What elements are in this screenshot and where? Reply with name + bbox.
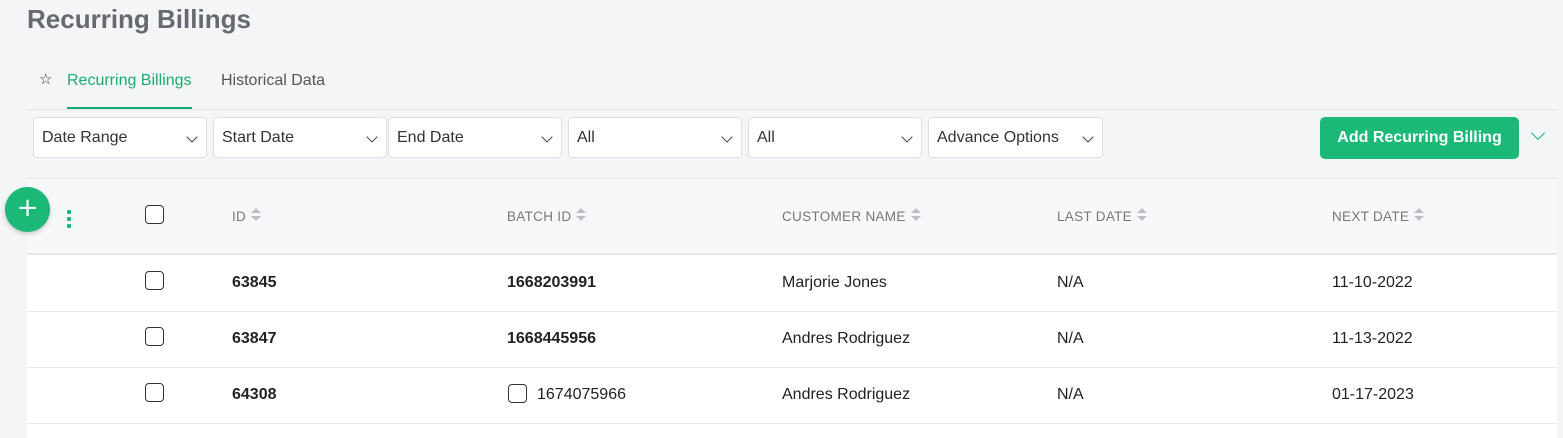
filter-select-1[interactable]: All	[568, 117, 742, 158]
end-date-select[interactable]: End Date	[388, 117, 562, 158]
filter-select-1-value: All	[577, 129, 595, 146]
row-checkbox[interactable]	[145, 383, 164, 402]
chevron-down-icon	[186, 131, 198, 143]
cell-last-date: N/A	[1057, 274, 1084, 291]
cell-id: 63845	[232, 274, 277, 291]
cell-batch-id: 1668445956	[507, 330, 596, 347]
filter-select-2-value: All	[757, 129, 775, 146]
tab-historical-data[interactable]: Historical Data	[221, 72, 325, 109]
cell-next-date: 11-10-2022	[1332, 274, 1413, 291]
select-all-checkbox[interactable]	[145, 205, 164, 224]
sort-icon[interactable]	[910, 208, 921, 222]
cell-id: 63847	[232, 330, 277, 347]
column-header-next-date[interactable]: NEXT DATE	[1332, 208, 1425, 224]
sort-icon[interactable]	[1136, 208, 1147, 222]
cell-customer-name: Andres Rodriguez	[782, 330, 911, 347]
sort-icon[interactable]	[251, 208, 262, 222]
cell-batch-id: 1668203991	[507, 274, 596, 291]
start-date-value: Start Date	[222, 129, 295, 146]
tab-bar: ☆ Recurring Billings Historical Data	[27, 62, 1557, 110]
row-checkbox[interactable]	[145, 271, 164, 290]
advance-options-select[interactable]: Advance Options	[928, 117, 1103, 158]
batch-checkbox[interactable]	[508, 384, 527, 403]
cell-customer-name: Marjorie Jones	[782, 274, 887, 291]
row-checkbox[interactable]	[145, 327, 164, 346]
add-recurring-billing-button[interactable]: Add Recurring Billing	[1320, 117, 1519, 159]
column-header-batch-id[interactable]: BATCH ID	[507, 208, 587, 224]
table-header: ID BATCH ID CUSTOMER NAME LAST DATE NEXT…	[27, 179, 1557, 255]
cell-batch-id: 1674075966	[537, 386, 626, 403]
start-date-select[interactable]: Start Date	[213, 117, 387, 158]
chevron-down-icon	[541, 131, 553, 143]
more-options-icon[interactable]	[67, 210, 73, 230]
chevron-down-icon	[1082, 131, 1094, 143]
add-row-fab-button[interactable]: +	[5, 187, 50, 232]
end-date-value: End Date	[397, 129, 464, 146]
sort-icon[interactable]	[576, 208, 587, 222]
cell-last-date: N/A	[1057, 386, 1084, 403]
date-range-select[interactable]: Date Range	[33, 117, 207, 158]
table-row[interactable]: 64308 1674075966 Andres Rodriguez N/A 01…	[27, 368, 1557, 424]
cell-next-date: 01-17-2023	[1332, 386, 1414, 403]
chevron-down-icon	[721, 131, 733, 143]
cell-id: 64308	[232, 386, 277, 403]
column-header-last-date[interactable]: LAST DATE	[1057, 208, 1147, 224]
tab-recurring-billings[interactable]: Recurring Billings	[67, 72, 192, 109]
date-range-value: Date Range	[42, 129, 128, 146]
chevron-down-icon	[366, 131, 378, 143]
chevron-down-icon[interactable]	[1530, 125, 1546, 141]
table-row[interactable]: 63847 1668445956 Andres Rodriguez N/A 11…	[27, 312, 1557, 368]
advance-options-value: Advance Options	[937, 129, 1059, 146]
star-icon[interactable]: ☆	[39, 72, 55, 88]
column-header-id[interactable]: ID	[232, 208, 262, 224]
cell-next-date: 11-13-2022	[1332, 330, 1413, 347]
page-title: Recurring Billings	[27, 4, 251, 34]
sort-icon[interactable]	[1414, 208, 1425, 222]
filter-select-2[interactable]: All	[748, 117, 922, 158]
page: Recurring Billings ☆ Recurring Billings …	[0, 0, 1563, 438]
chevron-down-icon	[901, 131, 913, 143]
cell-last-date: N/A	[1057, 330, 1084, 347]
billing-table: ID BATCH ID CUSTOMER NAME LAST DATE NEXT…	[27, 178, 1557, 438]
column-header-customer-name[interactable]: CUSTOMER NAME	[782, 208, 921, 224]
cell-customer-name: Andres Rodriguez	[782, 386, 911, 403]
table-row[interactable]: 63845 1668203991 Marjorie Jones N/A 11-1…	[27, 256, 1557, 312]
